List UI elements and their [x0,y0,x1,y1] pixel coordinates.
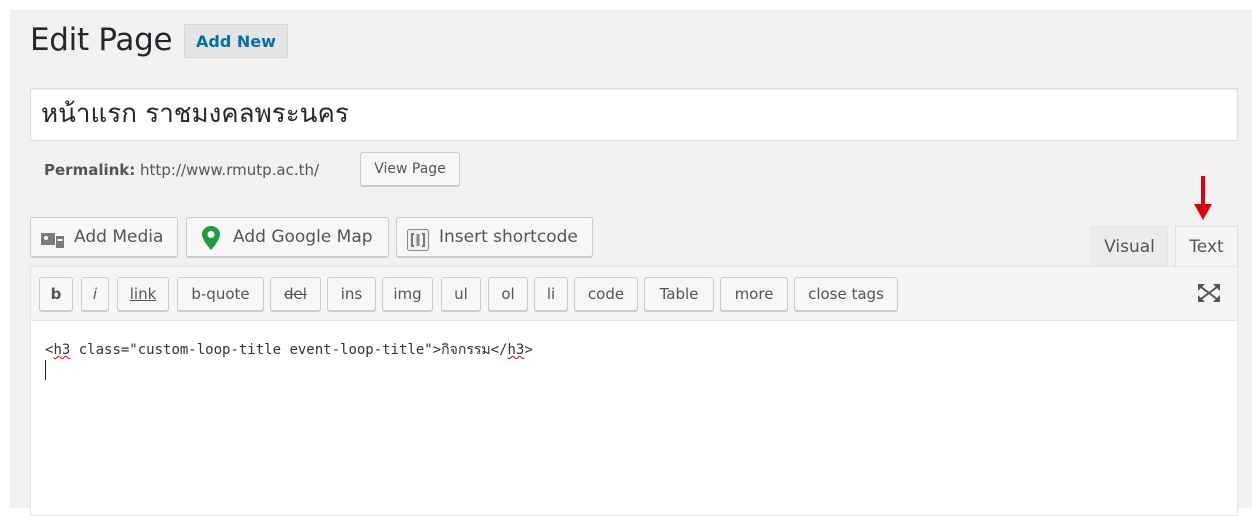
quicktag-i[interactable]: i [81,277,109,311]
quicktag-ol[interactable]: ol [488,277,528,311]
quicktag-code[interactable]: code [574,277,638,311]
quicktag-ins[interactable]: ins [327,277,376,311]
page-title: Edit Page [30,22,173,58]
add-new-button[interactable]: Add New [184,24,288,58]
quicktag-link[interactable]: link [117,277,169,311]
quicktag-b-quote[interactable]: b-quote [177,277,264,311]
tab-text[interactable]: Text [1175,226,1238,266]
add-google-map-label: Add Google Map [233,227,373,247]
quicktag-del[interactable]: del [270,277,321,311]
quicktag-img[interactable]: img [382,277,433,311]
editor-container: b i link b-quote del ins img ul ol li co… [30,266,1238,516]
permalink: Permalink: http://www.rmutp.ac.th/ [44,160,319,180]
post-title-input[interactable]: หน้าแรก ราชมงคลพระนคร [41,97,349,131]
media-icon [41,227,65,265]
annotation-arrow-shaft [1201,176,1205,206]
editor-textarea[interactable]: <h3 class="custom-loop-title event-loop-… [45,341,533,359]
quicktag-more[interactable]: more [720,277,788,311]
code-tag-2: h3 [507,342,525,358]
post-title-field[interactable]: หน้าแรก ราชมงคลพระนคร [30,88,1238,141]
code-close: > [524,342,533,358]
map-pin-icon [202,226,220,264]
tab-visual[interactable]: Visual [1091,226,1168,266]
permalink-label: Permalink: [44,161,136,179]
annotation-arrow-head [1194,204,1212,220]
quicktag-table[interactable]: Table [644,277,714,311]
add-google-map-button[interactable]: Add Google Map [186,217,389,257]
fullscreen-icon[interactable] [1197,283,1221,303]
shortcode-icon [407,227,429,265]
quicktags-toolbar: b i link b-quote del ins img ul ol li co… [31,267,1237,321]
insert-shortcode-button[interactable]: Insert shortcode [396,217,593,257]
permalink-url[interactable]: http://www.rmutp.ac.th/ [140,161,319,179]
view-page-button[interactable]: View Page [360,152,460,186]
quicktag-li[interactable]: li [534,277,568,311]
text-caret [45,360,46,380]
quicktag-b[interactable]: b [39,277,73,311]
quicktag-ul[interactable]: ul [441,277,481,311]
code-tag-1: h3 [53,342,71,358]
add-media-label: Add Media [74,227,164,247]
code-middle: class="custom-loop-title event-loop-titl… [70,342,508,358]
insert-shortcode-label: Insert shortcode [439,227,578,247]
add-media-button[interactable]: Add Media [30,217,178,257]
quicktag-close-tags[interactable]: close tags [794,277,898,311]
